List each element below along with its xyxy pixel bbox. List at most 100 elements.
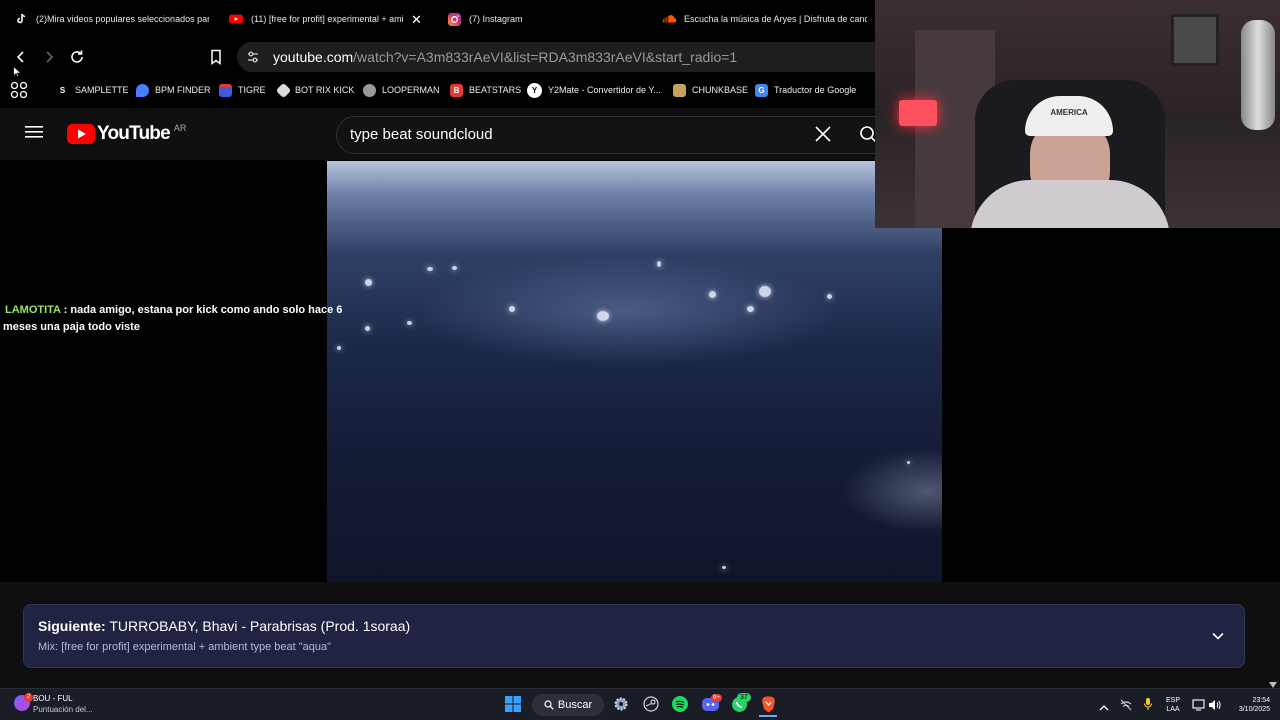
youtube-icon: [229, 12, 243, 26]
discord-badge: 9+: [711, 694, 722, 702]
chevron-up-icon[interactable]: [1099, 699, 1109, 717]
search-icon[interactable]: [859, 125, 875, 143]
water-sparkle: [407, 321, 412, 325]
water-sparkle: [759, 286, 771, 297]
bot-icon: [275, 82, 292, 98]
water-sparkle: [657, 261, 661, 267]
looperman-icon: [363, 83, 376, 97]
water-sparkle: [597, 311, 609, 321]
clear-search-icon[interactable]: [814, 125, 832, 148]
tiktok-icon: [14, 12, 28, 26]
brave-browser-icon[interactable]: [759, 695, 777, 717]
up-next-song: TURROBABY, Bhavi - Parabrisas (Prod. 1so…: [109, 618, 411, 634]
bookmark-google-translate[interactable]: G Traductor de Google: [755, 80, 856, 100]
bookmark-page-button[interactable]: [205, 46, 227, 68]
taskbar-search-label: Buscar: [557, 699, 593, 711]
bookmark-y2mate[interactable]: Y Y2Mate - Convertidor de Y...: [527, 80, 661, 100]
water-sparkle: [337, 346, 341, 350]
up-next-title: Siguiente: TURROBABY, Bhavi - Parabrisas…: [38, 618, 410, 634]
windows-start-icon[interactable]: [504, 695, 522, 713]
clock[interactable]: 23:54 3/10/2025: [1226, 696, 1270, 714]
soundcloud-icon: [662, 12, 676, 26]
water-sparkle: [365, 326, 370, 331]
tab-soundcloud[interactable]: Escucha la música de Aryes | Disfruta de…: [662, 0, 867, 38]
bookmark-looperman[interactable]: LOOPERMAN: [363, 80, 440, 100]
bookmark-label: SAMPLETTE: [75, 85, 129, 95]
bookmark-bpm-finder[interactable]: BPM FINDER: [136, 80, 211, 100]
youtube-logo-icon: [67, 124, 95, 144]
bookmark-label: TIGRE: [238, 85, 266, 95]
search-query: type beat soundcloud: [350, 126, 493, 143]
up-next-label: Siguiente:: [38, 618, 106, 634]
bookmark-tigre[interactable]: TIGRE: [219, 80, 266, 100]
water-sparkle: [722, 566, 726, 569]
reload-button[interactable]: [66, 46, 88, 68]
display-icon[interactable]: [1192, 698, 1205, 716]
video-player[interactable]: [327, 161, 942, 582]
url-path: /watch?v=A3m833rAeVI&list=RDA3m833rAeVI&…: [353, 49, 738, 65]
water-sparkle: [747, 306, 754, 312]
up-next-card[interactable]: [23, 604, 1245, 668]
water-sparkle: [509, 306, 515, 312]
stream-chat-message: LAMOTITA : nada amigo, estana por kick c…: [3, 302, 343, 336]
bookmark-label: LOOPERMAN: [382, 85, 440, 95]
tab-instagram[interactable]: (7) Instagram: [447, 0, 637, 38]
clock-time: 23:54: [1252, 697, 1270, 704]
chevron-down-icon[interactable]: [1211, 629, 1225, 648]
tab-title: (2)Mira videos populares seleccionados p…: [36, 14, 209, 24]
bookmark-beatstars[interactable]: B BEATSTARS: [450, 80, 521, 100]
water-sparkle: [452, 266, 457, 270]
url-host: youtube.com: [273, 49, 354, 65]
chat-username: LAMOTITA: [5, 304, 61, 316]
water-sparkle: [709, 291, 716, 298]
y2mate-icon: Y: [527, 82, 542, 98]
bookmark-label: BEATSTARS: [469, 85, 522, 95]
bpm-icon: [136, 83, 149, 97]
tab-title: (11) [free for profit] experimental + am…: [251, 14, 404, 24]
tab-tiktok[interactable]: (2)Mira videos populares seleccionados p…: [14, 0, 209, 38]
tab-title: (7) Instagram: [469, 14, 523, 24]
bookmark-chunkbase[interactable]: CHUNKBASE: [673, 80, 748, 100]
chunkbase-icon: [673, 83, 686, 97]
search-icon: [544, 700, 554, 710]
menu-icon[interactable]: [25, 125, 43, 144]
spotify-icon[interactable]: [671, 695, 689, 713]
taskbar-search-button[interactable]: Buscar: [532, 694, 604, 716]
water-sparkle: [365, 279, 372, 286]
webcam-overlay: AMERICA: [875, 0, 1280, 228]
microphone-icon[interactable]: [1143, 697, 1153, 716]
notification-badge: 2: [24, 693, 33, 702]
water-sparkle: [427, 267, 433, 271]
bookmark-label: CHUNKBASE: [692, 85, 749, 95]
tab-youtube-active[interactable]: (11) [free for profit] experimental + am…: [229, 0, 404, 38]
language-indicator[interactable]: ESP LAA: [1163, 696, 1183, 714]
settings-gear-icon[interactable]: [612, 695, 630, 713]
youtube-logo-text: YouTube: [97, 123, 171, 144]
forward-button[interactable]: [38, 46, 60, 68]
url-text: youtube.com/watch?v=A3m833rAeVI&list=RDA…: [273, 49, 737, 65]
water-sparkle: [907, 461, 910, 464]
cap-logo-text: AMERICA: [1050, 108, 1088, 117]
language-code: ESP: [1165, 697, 1180, 704]
streamer-shirt: [970, 180, 1170, 228]
close-tab-icon[interactable]: ✕: [411, 12, 422, 28]
notification-widget[interactable]: 2 BOU - FUL Puntuación del...: [14, 692, 124, 718]
back-button[interactable]: [10, 46, 32, 68]
bookmark-samplette[interactable]: S SAMPLETTE: [56, 80, 129, 100]
notification-sub: Puntuación del...: [33, 705, 93, 714]
youtube-logo[interactable]: YouTube AR: [67, 123, 186, 145]
apps-grid-icon[interactable]: [10, 81, 28, 104]
whatsapp-badge: 37: [737, 693, 751, 702]
region-code: AR: [173, 123, 187, 133]
volume-icon[interactable]: [1208, 698, 1221, 716]
red-ring-light: [899, 100, 937, 126]
samplette-icon: S: [59, 85, 66, 95]
network-off-icon[interactable]: [1120, 698, 1132, 716]
bookmark-bot-rix-kick[interactable]: BOT RIX KICK: [275, 80, 354, 100]
clock-date: 3/10/2025: [1238, 706, 1270, 713]
google-translate-icon: G: [755, 83, 768, 97]
water-sparkle: [827, 294, 832, 299]
steam-icon[interactable]: [642, 695, 660, 713]
site-info-icon[interactable]: [246, 50, 260, 69]
bookmark-label: BPM FINDER: [155, 85, 211, 95]
